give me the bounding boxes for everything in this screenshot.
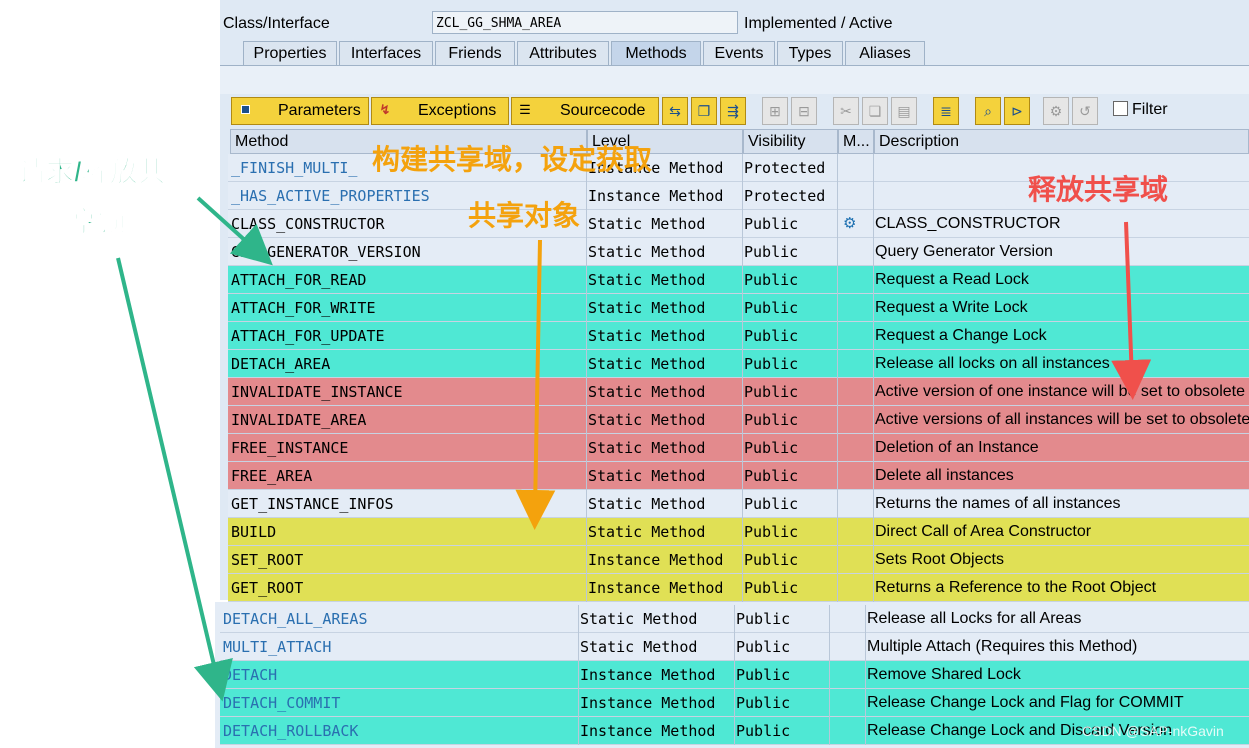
annotation-build-area-2: 共享对象: [468, 200, 581, 231]
annotation-lock-request: 请求/释放共: [18, 156, 167, 188]
arrow-to-detach: [116, 257, 233, 702]
arrow-to-attach: [196, 196, 273, 266]
annotation-build-area: 构建共享域，设定获取: [372, 144, 653, 175]
watermark: CSDN @SAP-nkGavin: [1082, 723, 1224, 739]
annotation-arrows: [116, 196, 1152, 702]
annotation-release-area: 释放共享域: [1028, 174, 1169, 205]
arrow-to-build: [515, 239, 556, 530]
arrow-to-invalidate: [1111, 221, 1152, 400]
annotation-lock-request-2: 享锁: [69, 206, 127, 238]
